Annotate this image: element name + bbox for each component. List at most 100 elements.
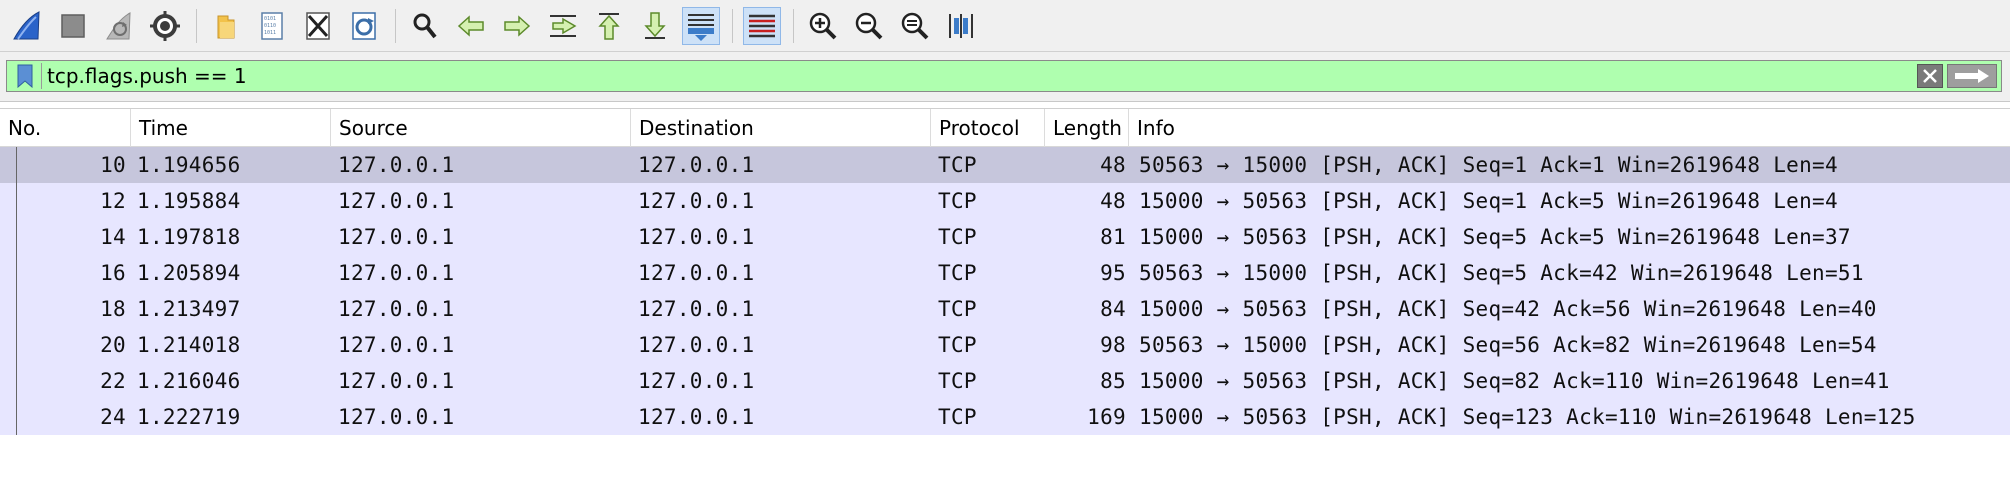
- normal-size-button[interactable]: [896, 7, 934, 45]
- colorize-button[interactable]: [743, 6, 781, 45]
- cell-time: 1.222719: [137, 405, 241, 429]
- toolbar-separator: [732, 8, 733, 43]
- first-packet-icon: [598, 12, 620, 40]
- cell-protocol: TCP: [938, 369, 977, 393]
- go-to-packet-button[interactable]: [544, 7, 582, 45]
- find-packet-button[interactable]: [406, 7, 444, 45]
- cell-destination: 127.0.0.1: [638, 369, 755, 393]
- column-header-time[interactable]: Time: [131, 109, 331, 147]
- cell-source: 127.0.0.1: [338, 153, 455, 177]
- cell-destination: 127.0.0.1: [638, 405, 755, 429]
- table-row[interactable]: 14 1.197818 127.0.0.1 127.0.0.1 TCP 81 15000 →…: [0, 219, 2010, 255]
- column-header-info[interactable]: Info: [1129, 109, 2010, 147]
- table-row[interactable]: 22 1.216046 127.0.0.1 127.0.0.1 TCP 85 15000 →…: [0, 363, 2010, 399]
- cell-time: 1.216046: [137, 369, 241, 393]
- display-filter-bar: [0, 52, 2010, 102]
- main-toolbar: 0101 0110 1011: [0, 0, 2010, 52]
- cell-protocol: TCP: [938, 333, 977, 357]
- cell-length: 169: [1087, 405, 1126, 429]
- cell-protocol: TCP: [938, 225, 977, 249]
- svg-text:1011: 1011: [264, 30, 276, 36]
- cell-no: 20: [100, 333, 126, 357]
- svg-text:0110: 0110: [264, 23, 276, 29]
- cell-destination: 127.0.0.1: [638, 225, 755, 249]
- cell-time: 1.194656: [137, 153, 241, 177]
- table-row[interactable]: 18 1.213497 127.0.0.1 127.0.0.1 TCP 84 15000 →…: [0, 291, 2010, 327]
- cell-no: 22: [100, 369, 126, 393]
- close-file-button[interactable]: [299, 7, 337, 45]
- cell-no: 14: [100, 225, 126, 249]
- first-packet-button[interactable]: [590, 7, 628, 45]
- cell-source: 127.0.0.1: [338, 261, 455, 285]
- start-capture-button[interactable]: [8, 7, 46, 45]
- cell-info: 15000 → 50563 [PSH, ACK] Seq=5 Ack=5 Win…: [1139, 225, 1851, 249]
- column-header-destination[interactable]: Destination: [631, 109, 931, 147]
- cell-destination: 127.0.0.1: [638, 261, 755, 285]
- cell-protocol: TCP: [938, 153, 977, 177]
- stop-capture-icon: [61, 13, 85, 38]
- open-file-button[interactable]: [207, 7, 245, 45]
- resize-columns-button[interactable]: [942, 7, 980, 45]
- cell-time: 1.195884: [137, 189, 241, 213]
- zoom-out-icon: [855, 12, 883, 39]
- cell-destination: 127.0.0.1: [638, 153, 755, 177]
- cell-source: 127.0.0.1: [338, 225, 455, 249]
- zoom-in-icon: [809, 12, 837, 39]
- go-forward-icon: [504, 14, 531, 37]
- table-row[interactable]: 10 1.194656 127.0.0.1 127.0.0.1 TCP 48 50563 →…: [0, 147, 2010, 183]
- restart-capture-button[interactable]: [100, 7, 138, 45]
- bookmark-icon: [17, 64, 33, 88]
- cell-no: 16: [100, 261, 126, 285]
- stop-capture-button[interactable]: [54, 7, 92, 45]
- zoom-in-button[interactable]: [804, 7, 842, 45]
- go-back-button[interactable]: [452, 7, 490, 45]
- normal-size-icon: [901, 12, 929, 39]
- cell-time: 1.205894: [137, 261, 241, 285]
- last-packet-icon: [644, 11, 666, 39]
- display-filter-field[interactable]: [6, 60, 2002, 92]
- go-forward-button[interactable]: [498, 7, 536, 45]
- find-packet-icon: [413, 13, 437, 38]
- cell-protocol: TCP: [938, 261, 977, 285]
- auto-scroll-button[interactable]: [682, 6, 720, 45]
- table-row[interactable]: 16 1.205894 127.0.0.1 127.0.0.1 TCP 95 50563 →…: [0, 255, 2010, 291]
- auto-scroll-icon: [688, 13, 714, 41]
- cell-destination: 127.0.0.1: [638, 297, 755, 321]
- table-row[interactable]: 12 1.195884 127.0.0.1 127.0.0.1 TCP 48 15000 →…: [0, 183, 2010, 219]
- table-row[interactable]: 20 1.214018 127.0.0.1 127.0.0.1 TCP 98 50563 →…: [0, 327, 2010, 363]
- cell-info: 15000 → 50563 [PSH, ACK] Seq=1 Ack=5 Win…: [1139, 189, 1838, 213]
- capture-options-icon: [150, 10, 180, 41]
- cell-length: 98: [1100, 333, 1126, 357]
- cell-time: 1.197818: [137, 225, 241, 249]
- filter-bookmark-button[interactable]: [9, 63, 42, 89]
- cell-info: 15000 → 50563 [PSH, ACK] Seq=42 Ack=56 W…: [1139, 297, 1877, 321]
- reload-file-button[interactable]: [345, 7, 383, 45]
- start-capture-icon: [13, 10, 40, 40]
- svg-text:0101: 0101: [264, 16, 276, 22]
- cell-source: 127.0.0.1: [338, 333, 455, 357]
- display-filter-input[interactable]: [47, 63, 1907, 89]
- cell-no: 18: [100, 297, 126, 321]
- cell-source: 127.0.0.1: [338, 189, 455, 213]
- cell-info: 50563 → 15000 [PSH, ACK] Seq=1 Ack=1 Win…: [1139, 153, 1838, 177]
- column-header-source[interactable]: Source: [331, 109, 631, 147]
- close-file-icon: [306, 11, 330, 40]
- save-file-button[interactable]: 0101 0110 1011: [253, 7, 291, 45]
- clear-filter-button[interactable]: [1917, 64, 1943, 88]
- last-packet-button[interactable]: [636, 7, 674, 45]
- cell-length: 95: [1100, 261, 1126, 285]
- toolbar-separator: [196, 8, 197, 43]
- capture-options-button[interactable]: [146, 7, 184, 45]
- cell-info: 50563 → 15000 [PSH, ACK] Seq=5 Ack=42 Wi…: [1139, 261, 1864, 285]
- column-header-protocol[interactable]: Protocol: [931, 109, 1045, 147]
- column-header-no[interactable]: No.: [0, 109, 131, 147]
- save-file-icon: 010101101011: [261, 11, 283, 40]
- zoom-out-button[interactable]: [850, 7, 888, 45]
- cell-length: 81: [1100, 225, 1126, 249]
- cell-time: 1.214018: [137, 333, 241, 357]
- column-header-length[interactable]: Length: [1045, 109, 1129, 147]
- apply-filter-button[interactable]: [1947, 64, 1997, 88]
- table-row[interactable]: 24 1.222719 127.0.0.1 127.0.0.1 TCP 169 15000 …: [0, 399, 2010, 435]
- packet-list-header: No. Time Source Destination Protocol Len…: [0, 109, 2010, 147]
- cell-source: 127.0.0.1: [338, 297, 455, 321]
